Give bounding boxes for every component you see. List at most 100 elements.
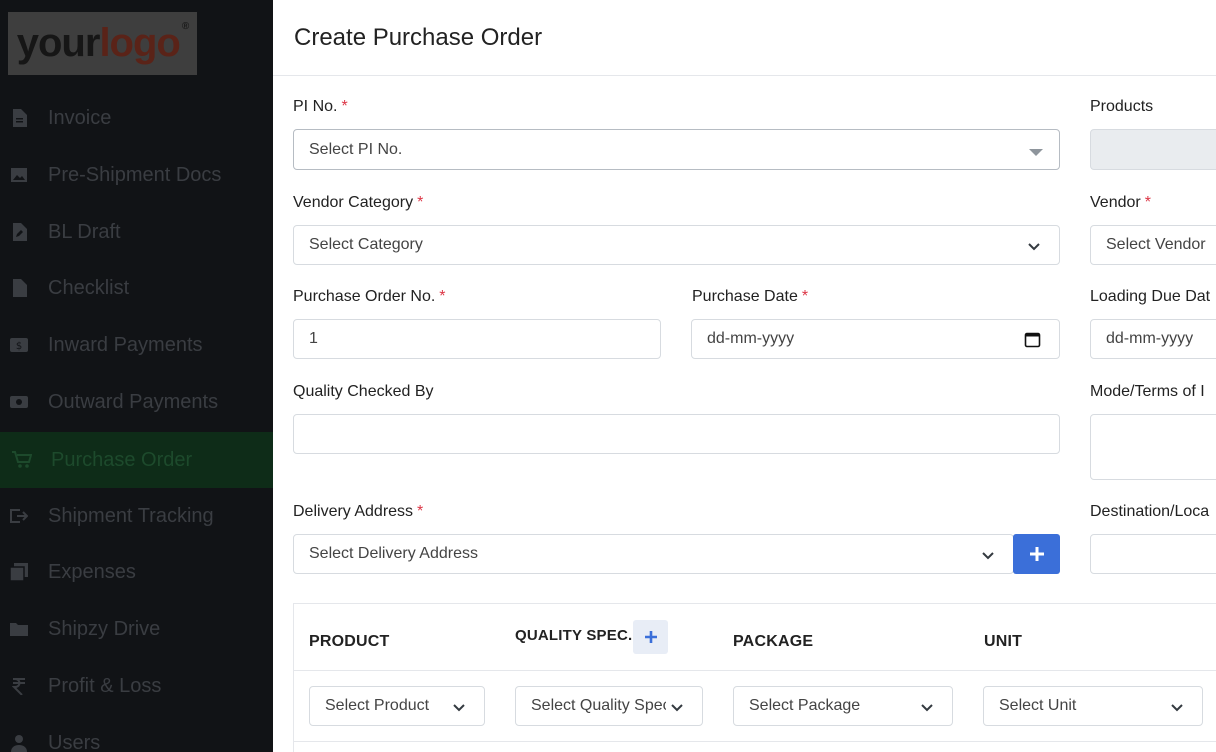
money-icon <box>9 392 29 412</box>
add-quality-spec-button[interactable] <box>633 620 668 654</box>
exit-icon <box>9 506 29 526</box>
chevron-down-icon <box>1171 704 1183 712</box>
sidebar-item-pre-shipment-docs[interactable]: Pre-Shipment Docs <box>0 147 273 203</box>
file-edit-icon <box>9 222 29 242</box>
company-logo[interactable]: yourlogo ® <box>8 12 197 75</box>
file-icon <box>9 278 29 298</box>
sidebar-item-inward-payments[interactable]: $ Inward Payments <box>0 317 273 373</box>
sidebar-item-label: Users <box>48 731 101 752</box>
logo-trademark: ® <box>181 21 189 32</box>
logo-text-logo: logo <box>99 21 180 65</box>
unit-select-value: Select Unit <box>999 697 1077 714</box>
po-no-input[interactable]: 1 <box>293 319 661 359</box>
vendor-category-label: Vendor Category * <box>293 194 424 211</box>
table-divider <box>294 741 1216 742</box>
rupee-icon <box>9 676 29 696</box>
table-divider <box>294 670 1216 671</box>
calendar-icon[interactable] <box>1024 331 1041 348</box>
purchase-date-input[interactable]: dd-mm-yyyy <box>691 319 1060 359</box>
page-header: Create Purchase Order <box>273 0 1216 76</box>
product-select[interactable]: Select Product <box>309 686 485 726</box>
chevron-down-icon <box>921 704 933 712</box>
plus-icon <box>644 631 657 643</box>
po-no-value: 1 <box>309 330 318 347</box>
folder-icon <box>9 619 29 639</box>
user-icon <box>9 733 29 752</box>
sidebar-item-bl-draft[interactable]: BL Draft <box>0 204 273 260</box>
sidebar-item-shipment-tracking[interactable]: Shipment Tracking <box>0 488 273 544</box>
sidebar-item-shipzy-drive[interactable]: Shipzy Drive <box>0 601 273 657</box>
sidebar-item-checklist[interactable]: Checklist <box>0 260 273 316</box>
mode-terms-label: Mode/Terms of I <box>1090 383 1205 400</box>
sidebar-item-label: Profit & Loss <box>48 674 162 697</box>
chevron-down-icon <box>671 704 683 712</box>
delivery-address-select[interactable]: Select Delivery Address <box>293 534 1014 574</box>
destination-input[interactable] <box>1090 534 1216 574</box>
vendor-value: Select Vendor <box>1106 236 1206 253</box>
quality-spec-select-value: Select Quality Spec <box>531 697 666 714</box>
dollar-bill-icon: $ <box>9 335 29 355</box>
po-no-label: Purchase Order No. * <box>293 288 446 305</box>
sidebar: yourlogo ® Invoice Pre-Shipment Docs BL D… <box>0 0 273 752</box>
products-field <box>1090 129 1216 170</box>
sidebar-item-purchase-order[interactable]: Purchase Order <box>0 432 273 488</box>
logo-text-your: your <box>16 21 101 65</box>
sidebar-item-invoice[interactable]: Invoice <box>0 90 273 146</box>
loading-due-date-input[interactable]: dd-mm-yyyy <box>1090 319 1216 359</box>
file-text-icon <box>9 108 29 128</box>
vendor-category-value: Select Category <box>309 236 423 253</box>
plus-icon <box>1029 547 1044 561</box>
sidebar-item-profit-loss[interactable]: Profit & Loss <box>0 658 273 714</box>
sidebar-item-label: Shipment Tracking <box>48 504 214 527</box>
cart-icon <box>12 450 32 470</box>
quality-checked-by-input[interactable] <box>293 414 1060 454</box>
sidebar-item-label: Expenses <box>48 560 136 583</box>
sidebar-item-label: Shipzy Drive <box>48 617 161 640</box>
products-table <box>293 603 1216 752</box>
destination-label: Destination/Loca <box>1090 503 1210 520</box>
products-label: Products <box>1090 98 1154 115</box>
quality-spec-column-header: QUALITY SPEC. <box>515 627 633 644</box>
package-select[interactable]: Select Package <box>733 686 953 726</box>
purchase-date-label: Purchase Date * <box>692 288 809 305</box>
svg-text:$: $ <box>16 341 22 352</box>
add-delivery-address-button[interactable] <box>1013 534 1060 574</box>
sidebar-item-label: Checklist <box>48 276 130 299</box>
chevron-down-icon <box>453 704 465 712</box>
copy-icon <box>9 562 29 582</box>
sidebar-item-label: Outward Payments <box>48 390 219 413</box>
sidebar-item-label: Purchase Order <box>51 448 193 471</box>
sidebar-item-label: BL Draft <box>48 220 121 243</box>
chevron-down-icon <box>1028 243 1040 251</box>
sidebar-item-expenses[interactable]: Expenses <box>0 544 273 600</box>
sidebar-item-outward-payments[interactable]: Outward Payments <box>0 374 273 430</box>
vendor-label: Vendor * <box>1090 194 1151 211</box>
quality-spec-select[interactable]: Select Quality Spec <box>515 686 703 726</box>
package-select-value: Select Package <box>749 697 861 714</box>
sidebar-item-label: Invoice <box>48 106 112 129</box>
package-column-header: PACKAGE <box>733 633 814 650</box>
product-select-value: Select Product <box>325 697 430 714</box>
quality-checked-by-label: Quality Checked By <box>293 383 434 400</box>
file-image-icon <box>9 165 29 185</box>
unit-column-header: UNIT <box>984 633 1023 650</box>
sidebar-item-users[interactable]: Users <box>0 715 273 752</box>
mode-terms-textarea[interactable] <box>1090 414 1216 480</box>
pi-no-select[interactable]: Select PI No. <box>293 129 1060 170</box>
caret-down-icon <box>1029 149 1043 156</box>
sidebar-item-label: Pre-Shipment Docs <box>48 163 222 186</box>
chevron-down-icon <box>982 552 994 560</box>
delivery-address-label: Delivery Address * <box>293 503 424 520</box>
loading-due-date-placeholder: dd-mm-yyyy <box>1106 330 1194 347</box>
loading-due-date-label: Loading Due Dat <box>1090 288 1211 305</box>
vendor-select[interactable]: Select Vendor <box>1090 225 1216 265</box>
pi-no-label: PI No. * <box>293 98 348 115</box>
vendor-category-select[interactable]: Select Category <box>293 225 1060 265</box>
sidebar-item-label: Inward Payments <box>48 333 203 356</box>
product-column-header: PRODUCT <box>309 633 390 650</box>
delivery-address-value: Select Delivery Address <box>309 545 478 562</box>
unit-select[interactable]: Select Unit <box>983 686 1203 726</box>
pi-no-placeholder: Select PI No. <box>309 140 403 158</box>
page-title: Create Purchase Order <box>294 24 543 51</box>
purchase-date-placeholder: dd-mm-yyyy <box>707 330 795 347</box>
